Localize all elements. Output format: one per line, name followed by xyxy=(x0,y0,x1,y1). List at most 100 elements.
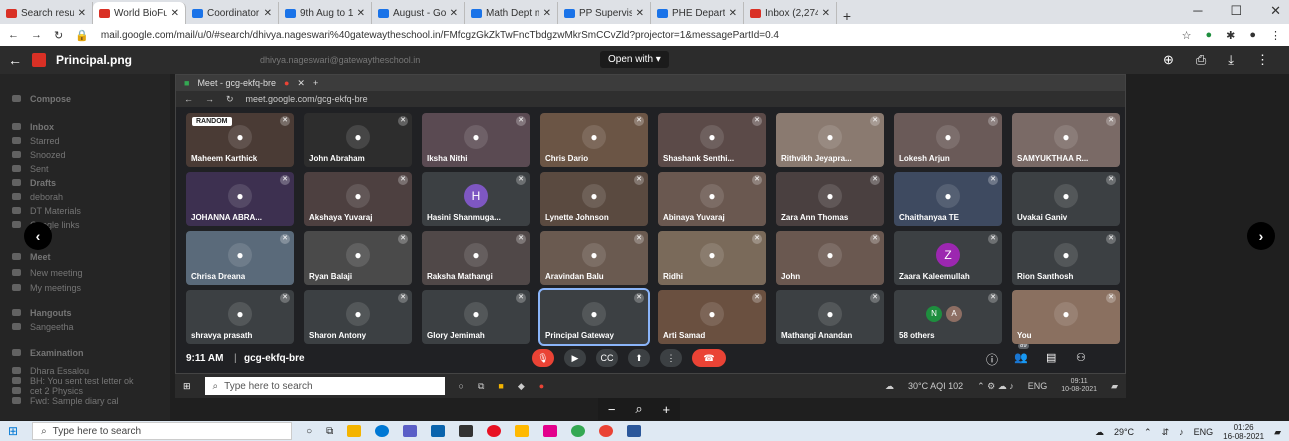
mic-muted-icon: ✕ xyxy=(870,116,880,126)
participant-name: Ryan Balaji xyxy=(309,272,353,281)
chrome-icon[interactable] xyxy=(571,425,586,437)
mic-muted-icon: ✕ xyxy=(752,116,762,126)
taskbar-search-box[interactable]: ⌕ Type here to search xyxy=(32,422,293,440)
new-tab-icon[interactable]: + xyxy=(837,8,857,24)
browser-tab[interactable]: PP Supervisor ✕ xyxy=(558,2,651,24)
chat-icon: ▤ xyxy=(1046,352,1057,364)
app-paint-icon[interactable] xyxy=(543,425,558,437)
volume-icon[interactable]: ♪ xyxy=(1179,427,1184,437)
inner-windows-icon: ⊞ xyxy=(183,380,191,391)
outer-weather[interactable]: 29°C xyxy=(1114,427,1134,437)
outer-time: 01:26 xyxy=(1233,423,1254,432)
outer-lang[interactable]: ENG xyxy=(1194,427,1214,437)
inner-taskbar: ⊞ ⌕ Type here to search ○ ⧉ ■ ◆ ● ☁ 30°C… xyxy=(175,374,1126,398)
meet-time: 9:11 AM xyxy=(186,353,224,364)
browser-tab[interactable]: 9th Aug to 13t ✕ xyxy=(279,2,372,24)
download-icon[interactable]: ⤓ xyxy=(1228,52,1234,68)
zoom-out-icon[interactable]: − xyxy=(608,402,616,417)
browser-tab[interactable]: Coordinator V ✕ xyxy=(186,2,279,24)
participant-video-icon: ● xyxy=(464,243,488,267)
sidebar-item: deborah xyxy=(30,192,64,202)
browser-tab[interactable]: Math Dept mo ✕ xyxy=(465,2,558,24)
more-icon[interactable]: ⋮ xyxy=(1256,52,1269,68)
participant-name: Shashank Senthi... xyxy=(663,154,735,163)
mic-muted-icon: ✕ xyxy=(398,116,408,126)
participant-name: JOHANNA ABRA... xyxy=(191,213,262,222)
tab-close-icon[interactable]: ✕ xyxy=(636,8,644,19)
participant-name: shravya prasath xyxy=(191,331,253,340)
outer-clock[interactable]: 01:26 16-08-2021 xyxy=(1223,423,1264,441)
tab-label: Search results xyxy=(21,7,74,19)
back-arrow-icon[interactable]: ← xyxy=(8,52,22,68)
teams-icon[interactable] xyxy=(403,425,418,437)
zoom-in-icon[interactable]: + xyxy=(662,402,670,417)
tab-close-icon[interactable]: ✕ xyxy=(78,8,86,19)
forward-icon[interactable]: → xyxy=(31,29,42,41)
app-yellow-icon[interactable] xyxy=(515,425,530,437)
task-view-icon[interactable]: ⧉ xyxy=(326,426,333,437)
notification-icon[interactable]: ▰ xyxy=(1274,427,1281,438)
network-icon[interactable]: ⇵ xyxy=(1162,427,1170,438)
open-with-button[interactable]: Open with ▾ xyxy=(600,51,669,68)
tab-close-icon[interactable]: ✕ xyxy=(822,8,830,19)
windows-start-icon[interactable]: ⊞ xyxy=(8,424,18,438)
url-text[interactable]: mail.google.com/mail/u/0/#search/dhivya.… xyxy=(101,30,1170,41)
taskbar-search-icon: ⌕ xyxy=(41,425,47,437)
minimize-icon[interactable]: ─ xyxy=(1193,3,1202,19)
tab-close-icon[interactable]: ✕ xyxy=(357,8,365,19)
browser-tab[interactable]: PHE Departm ✕ xyxy=(651,2,744,24)
participant-tile: N A ✕ 58 others xyxy=(894,290,1002,344)
back-icon[interactable]: ← xyxy=(8,29,19,41)
edge-icon[interactable] xyxy=(375,425,390,437)
meet-tab-title: Meet - gcg-ekfq-bre xyxy=(197,78,276,88)
zoom-reset-icon[interactable]: ⌕ xyxy=(635,401,642,417)
mic-muted-icon: ✕ xyxy=(280,116,290,126)
previous-image-button[interactable]: ‹ xyxy=(24,222,52,250)
sidebar-item-icon xyxy=(12,95,21,102)
tab-close-icon[interactable]: ✕ xyxy=(543,8,551,19)
next-image-button[interactable]: › xyxy=(1247,222,1275,250)
tab-close-icon[interactable]: ✕ xyxy=(264,8,272,19)
browser-tab[interactable]: Inbox (2,274) ✕ xyxy=(744,2,837,24)
word-icon[interactable] xyxy=(627,425,642,437)
tab-close-icon[interactable]: ✕ xyxy=(171,8,179,19)
puzzle-icon[interactable]: ✱ xyxy=(1226,29,1235,42)
file-explorer-icon[interactable] xyxy=(347,425,362,437)
sidebar-item-icon xyxy=(12,151,21,158)
tray-chevron-icon[interactable]: ⌃ xyxy=(1144,427,1152,438)
participant-tile: ● ✕ Mathangi Anandan xyxy=(776,290,884,344)
tab-close-icon[interactable]: ✕ xyxy=(729,8,737,19)
maximize-icon[interactable]: ☐ xyxy=(1230,3,1242,19)
add-to-drive-icon[interactable]: ⊕ xyxy=(1163,52,1174,68)
participant-name: Zara Ann Thomas xyxy=(781,213,849,222)
participant-tile: H ✕ Hasini Shanmuga... xyxy=(422,172,530,226)
participant-video-icon: ● xyxy=(582,302,606,326)
sidebar-item: Sent xyxy=(30,164,49,174)
reload-icon[interactable]: ↻ xyxy=(54,29,63,42)
weather-icon[interactable]: ☁ xyxy=(1095,427,1104,438)
close-icon[interactable]: ✕ xyxy=(1270,3,1281,19)
browser-tab[interactable]: Search results ✕ xyxy=(0,2,93,24)
extension-icon[interactable]: ● xyxy=(1205,29,1212,42)
tab-close-icon[interactable]: ✕ xyxy=(450,8,458,19)
mail-icon[interactable] xyxy=(431,425,446,437)
participant-name: Arti Samad xyxy=(663,331,706,340)
chrome-profile-icon[interactable] xyxy=(599,425,614,437)
menu-icon[interactable]: ⋮ xyxy=(1270,29,1281,42)
star-icon[interactable]: ☆ xyxy=(1182,29,1192,42)
participant-tile: ● ✕ Lokesh Arjun xyxy=(894,113,1002,167)
browser-tab[interactable]: World BioFuel ✕ xyxy=(93,2,186,24)
tab-favicon-icon xyxy=(750,8,761,18)
sidebar-item: Sangeetha xyxy=(30,322,74,332)
meet-tab-bar: ■ Meet - gcg-ekfq-bre ● ✕ + xyxy=(176,75,1125,91)
sidebar-item-icon xyxy=(12,309,21,316)
participant-name: 58 others xyxy=(899,331,935,340)
browser-tab[interactable]: August - Goo ✕ xyxy=(372,2,465,24)
chevron-right-icon: › xyxy=(1258,228,1264,244)
cortana-icon[interactable]: ○ xyxy=(306,426,312,437)
opera-icon[interactable] xyxy=(487,425,502,437)
print-icon[interactable]: ⎙ xyxy=(1196,52,1206,68)
participant-tile: ● ✕ John Abraham xyxy=(304,113,412,167)
app-lightning-icon[interactable] xyxy=(459,425,474,437)
profile-icon[interactable]: ● xyxy=(1249,29,1256,42)
